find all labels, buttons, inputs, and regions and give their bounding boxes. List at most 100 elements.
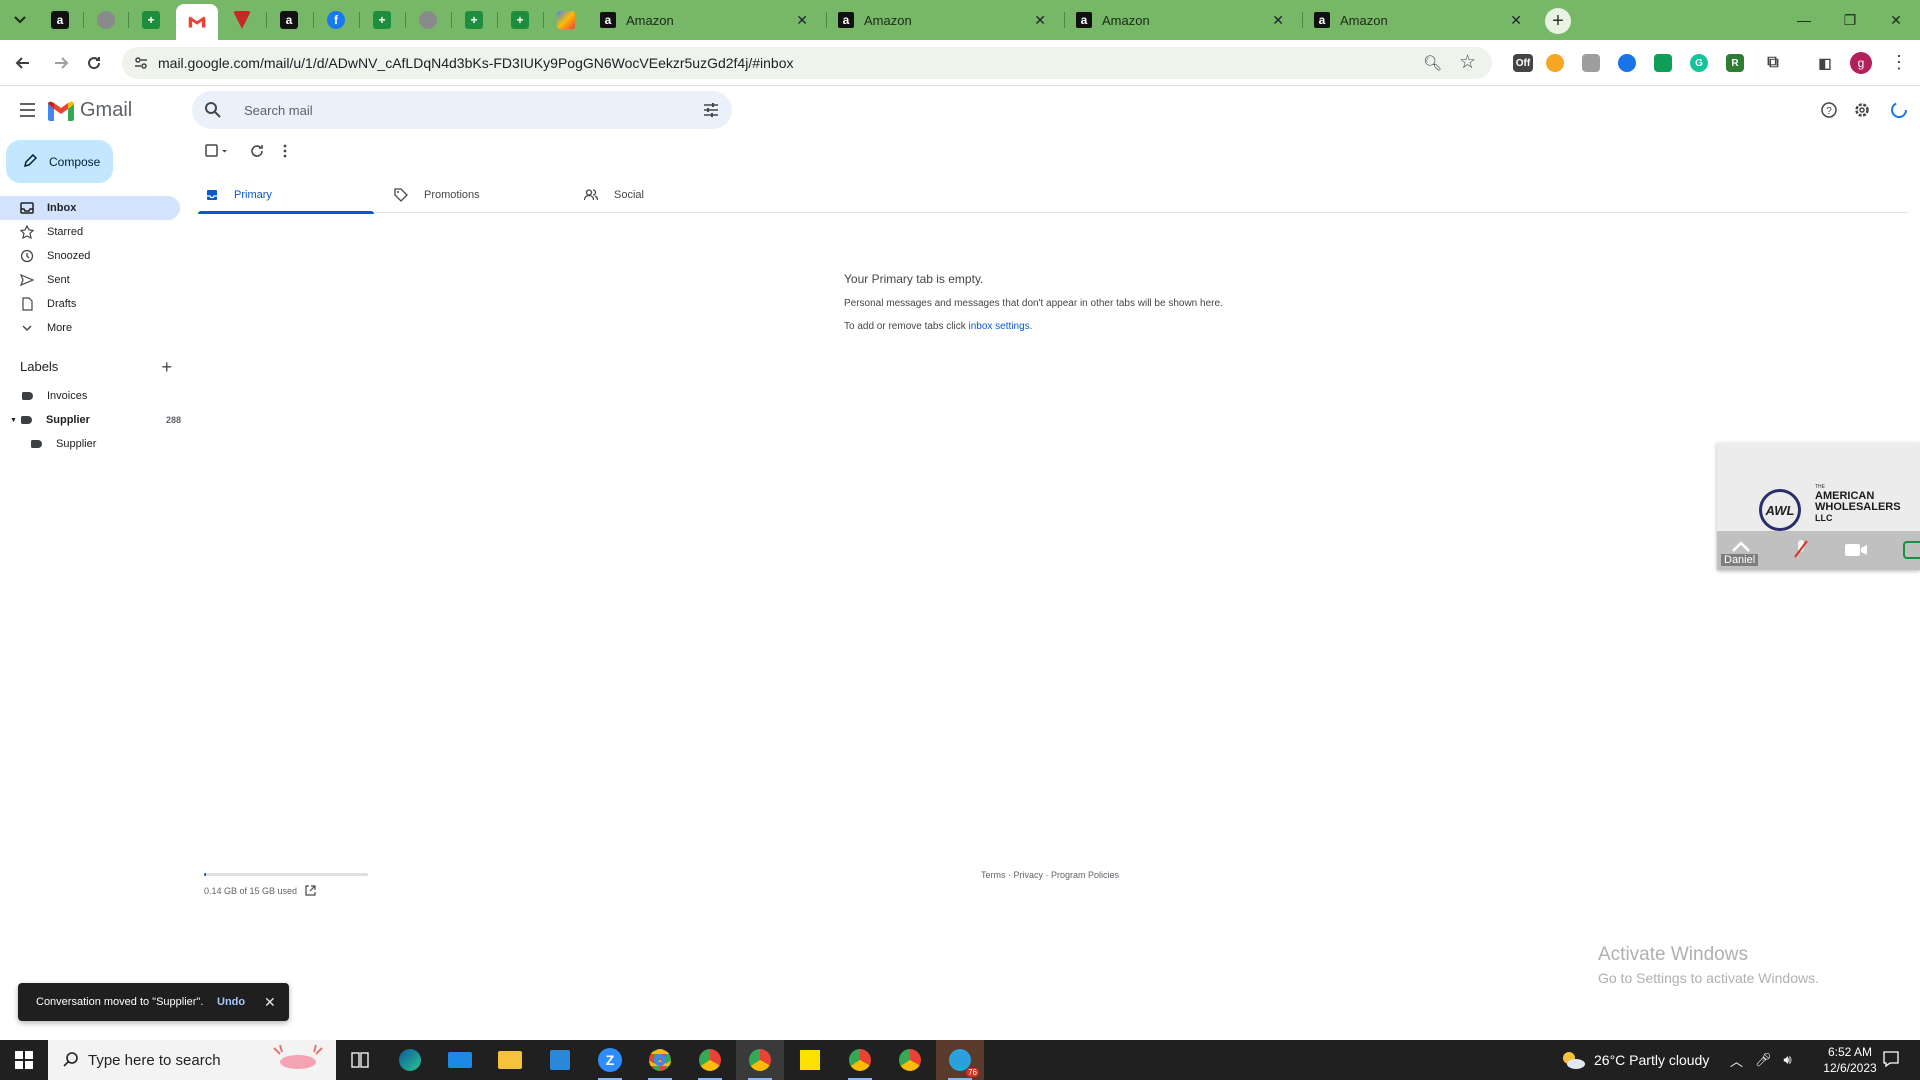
- tray-chevron-up-icon[interactable]: ︿: [1730, 1051, 1743, 1070]
- gmail-logo[interactable]: Gmail: [48, 99, 132, 122]
- undo-button[interactable]: Undo: [217, 996, 245, 1008]
- zoom-app-icon[interactable]: Z: [586, 1040, 634, 1080]
- footer-links[interactable]: Terms · Privacy · Program Policies: [981, 870, 1119, 880]
- pinned-tab-sheets-2[interactable]: +: [362, 6, 402, 34]
- tab-amazon-4[interactable]: a Amazon ✕: [1304, 6, 1532, 34]
- microphone-icon[interactable]: 🎤︎: [1755, 1052, 1772, 1068]
- close-tab-icon[interactable]: ✕: [1510, 12, 1522, 29]
- expand-caret-icon[interactable]: ▼: [10, 417, 17, 424]
- label-supplier[interactable]: ▼ Supplier 288: [10, 409, 181, 431]
- pinned-tab-amazon-2[interactable]: a: [269, 6, 309, 34]
- close-window-button[interactable]: ✕: [1873, 6, 1919, 34]
- camera-icon[interactable]: [1844, 543, 1868, 557]
- pinned-tab-sheets-3[interactable]: +: [454, 6, 494, 34]
- main-menu-icon[interactable]: [16, 98, 40, 122]
- chrome-icon[interactable]: [636, 1040, 684, 1080]
- side-panel-icon[interactable]: ◧: [1816, 54, 1834, 72]
- close-tab-icon[interactable]: ✕: [1272, 12, 1284, 29]
- extension-rs-icon[interactable]: R: [1726, 54, 1744, 72]
- close-tab-icon[interactable]: ✕: [1034, 12, 1046, 29]
- weather-widget[interactable]: 26°C Partly cloudy: [1560, 1040, 1709, 1080]
- taskbar-clock[interactable]: 6:52 AM 12/6/2023: [1816, 1044, 1884, 1076]
- store-icon[interactable]: [536, 1040, 584, 1080]
- telegram-icon[interactable]: 76: [936, 1040, 984, 1080]
- taskbar-search-input[interactable]: Type here to search: [48, 1040, 336, 1080]
- forward-button[interactable]: [46, 48, 76, 78]
- close-tab-icon[interactable]: ✕: [796, 12, 808, 29]
- search-input[interactable]: Search mail: [192, 91, 732, 129]
- help-icon[interactable]: ?: [1817, 98, 1841, 122]
- edge-icon[interactable]: [386, 1040, 434, 1080]
- extensions-puzzle-icon[interactable]: ⧉: [1764, 54, 1782, 72]
- pinned-tab-amazon[interactable]: a: [40, 6, 80, 34]
- chrome-menu-icon[interactable]: ⋮: [1890, 52, 1908, 73]
- search-icon[interactable]: [204, 101, 222, 119]
- tab-amazon-3[interactable]: a Amazon ✕: [1066, 6, 1294, 34]
- pinned-tab-sheets-4[interactable]: +: [500, 6, 540, 34]
- extension-blue-icon[interactable]: [1618, 54, 1636, 72]
- tab-promotions[interactable]: Promotions: [394, 176, 570, 213]
- zoom-icon[interactable]: 🔍︎: [1423, 54, 1442, 72]
- chrome-icon-2[interactable]: [686, 1040, 734, 1080]
- pinned-tab-facebook[interactable]: f: [316, 6, 356, 34]
- inbox-settings-link[interactable]: inbox settings: [969, 321, 1030, 332]
- google-account-icon[interactable]: [1887, 98, 1911, 122]
- refresh-icon[interactable]: [250, 144, 264, 163]
- profile-avatar[interactable]: g: [1850, 52, 1872, 74]
- pinned-tab-colorful[interactable]: [546, 6, 586, 34]
- address-bar[interactable]: mail.google.com/mail/u/1/d/ADwNV_cAfLDqN…: [122, 47, 1492, 79]
- pinned-tab-gmail[interactable]: [176, 4, 218, 40]
- minimize-button[interactable]: —: [1781, 6, 1827, 34]
- extension-off-icon[interactable]: Off: [1513, 54, 1533, 72]
- extension-grey-icon[interactable]: [1582, 54, 1600, 72]
- pinned-tab-globe[interactable]: [86, 6, 126, 34]
- back-button[interactable]: [8, 48, 38, 78]
- volume-icon[interactable]: 🔊︎: [1784, 1052, 1792, 1068]
- sidebar-item-sent[interactable]: Sent: [0, 268, 180, 292]
- grammarly-icon[interactable]: G: [1690, 54, 1708, 72]
- sidebar-item-starred[interactable]: Starred: [0, 220, 180, 244]
- pinned-tab-shield[interactable]: [222, 6, 262, 34]
- label-invoices[interactable]: Invoices: [22, 385, 172, 407]
- pinned-tab-sheets[interactable]: +: [131, 6, 171, 34]
- extension-green-icon[interactable]: [1654, 54, 1672, 72]
- start-button[interactable]: [0, 1040, 48, 1080]
- label-supplier-child[interactable]: Supplier: [31, 433, 171, 455]
- chrome-icon-4[interactable]: [886, 1040, 934, 1080]
- bookmark-star-icon[interactable]: ☆: [1459, 51, 1476, 74]
- tab-amazon-2[interactable]: a Amazon ✕: [828, 6, 1056, 34]
- tab-social[interactable]: Social: [584, 176, 760, 213]
- pinned-tab-globe-2[interactable]: [408, 6, 448, 34]
- sidebar-item-inbox[interactable]: Inbox: [0, 196, 180, 220]
- task-view-icon[interactable]: [336, 1040, 384, 1080]
- site-info-icon[interactable]: [134, 56, 148, 70]
- reload-button[interactable]: [79, 48, 109, 78]
- chrome-icon-3[interactable]: [836, 1040, 884, 1080]
- screen-share-icon[interactable]: [1903, 541, 1920, 559]
- settings-gear-icon[interactable]: [1850, 98, 1874, 122]
- extension-orange-icon[interactable]: [1546, 54, 1564, 72]
- add-label-icon[interactable]: +: [161, 357, 172, 378]
- sidebar-item-drafts[interactable]: Drafts: [0, 292, 180, 316]
- open-external-icon[interactable]: [305, 885, 316, 896]
- mail-app-icon[interactable]: [436, 1040, 484, 1080]
- new-tab-button[interactable]: +: [1545, 8, 1571, 34]
- video-call-pip[interactable]: AWL THE AMERICAN WHOLESALERS LLC Daniel: [1717, 443, 1920, 570]
- compose-button[interactable]: Compose: [6, 140, 113, 183]
- chrome-icon-active[interactable]: [736, 1040, 784, 1080]
- select-all-checkbox[interactable]: [205, 144, 229, 163]
- file-explorer-icon[interactable]: [486, 1040, 534, 1080]
- mic-muted-icon[interactable]: [1793, 539, 1809, 561]
- restore-button[interactable]: ❐: [1827, 6, 1873, 34]
- notification-center-icon[interactable]: [1882, 1050, 1900, 1073]
- more-options-icon[interactable]: [282, 144, 288, 163]
- sidebar-item-more[interactable]: More: [0, 316, 180, 340]
- sidebar-item-snoozed[interactable]: Snoozed: [0, 244, 180, 268]
- close-icon[interactable]: ✕: [264, 994, 276, 1011]
- tab-amazon-1[interactable]: a Amazon ✕: [590, 6, 818, 34]
- tab-primary[interactable]: Primary: [198, 176, 374, 214]
- chevron-up-icon[interactable]: [1731, 541, 1751, 553]
- sticky-notes-icon[interactable]: [786, 1040, 834, 1080]
- tab-search-chevron-icon[interactable]: [10, 10, 30, 30]
- search-options-icon[interactable]: [702, 101, 720, 119]
